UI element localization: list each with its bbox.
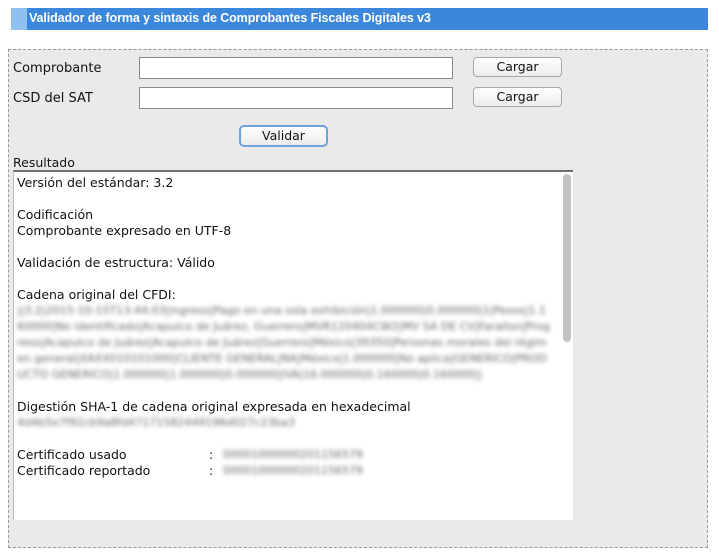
comprobante-load-button[interactable]: Cargar bbox=[473, 57, 562, 77]
structure-validation-text: Validación de estructura: Válido bbox=[17, 255, 215, 270]
encoding-value: Comprobante expresado en UTF-8 bbox=[17, 223, 232, 238]
result-content: Versión del estándar: 3.2 Codificación C… bbox=[17, 175, 552, 479]
csd-load-button[interactable]: Cargar bbox=[473, 87, 562, 107]
csd-file-input[interactable] bbox=[139, 87, 453, 109]
original-chain-value: ||3.2|2015-10-15T13:44:03|ingreso|Pago e… bbox=[17, 304, 550, 381]
comprobante-file-input[interactable] bbox=[139, 57, 453, 79]
cert-used-value: 00001000000201156579 bbox=[223, 448, 363, 461]
comprobante-label: Comprobante bbox=[13, 61, 102, 76]
version-text: Versión del estándar: 3.2 bbox=[17, 175, 174, 190]
validate-button[interactable]: Validar bbox=[239, 125, 328, 147]
page-title-bar: Validador de forma y sintaxis de Comprob… bbox=[11, 8, 708, 30]
result-scrollbar[interactable] bbox=[563, 174, 571, 342]
sha1-value: 4d4b5e7f92cb9a8fd47171582449196d027c23ba… bbox=[17, 416, 295, 429]
cert-reported-separator: : bbox=[209, 463, 214, 478]
result-textarea[interactable]: Versión del estándar: 3.2 Codificación C… bbox=[13, 170, 573, 520]
cert-reported-row: Certificado reportado : 0000100000020115… bbox=[17, 463, 552, 479]
cert-used-row: Certificado usado : 00001000000201156579 bbox=[17, 447, 552, 463]
sha1-title: Digestión SHA-1 de cadena original expre… bbox=[17, 399, 411, 414]
cert-reported-value: 00001000000201156579 bbox=[223, 464, 363, 477]
page-title: Validador de forma y sintaxis de Comprob… bbox=[29, 11, 431, 25]
cert-reported-label: Certificado reportado bbox=[17, 463, 151, 478]
encoding-title: Codificación bbox=[17, 207, 94, 222]
result-label: Resultado bbox=[13, 155, 75, 170]
validator-form-panel: Comprobante Cargar CSD del SAT Cargar Va… bbox=[8, 49, 708, 548]
original-chain-title: Cadena original del CFDI: bbox=[17, 287, 176, 302]
cert-used-label: Certificado usado bbox=[17, 447, 127, 462]
csd-label: CSD del SAT bbox=[13, 91, 93, 106]
cert-used-separator: : bbox=[209, 447, 214, 462]
